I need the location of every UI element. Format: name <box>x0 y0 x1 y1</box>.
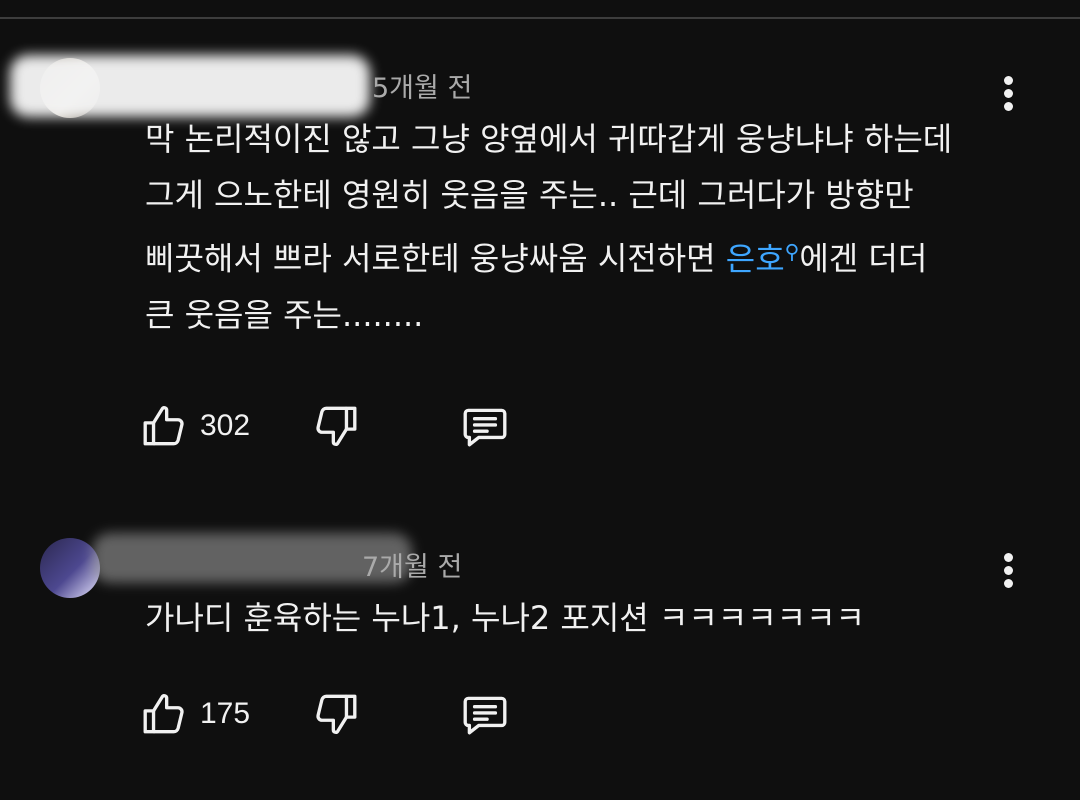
more-options-button[interactable] <box>1000 551 1016 591</box>
reply-icon <box>463 696 507 735</box>
reply-button[interactable] <box>458 400 512 452</box>
comment-time: 7개월 전 <box>362 552 463 583</box>
comment-line-with-tag: 삐끗해서 쁘라 서로한테 웅냥싸움 시전하면 은호⚲에겐 더더 <box>145 223 952 287</box>
like-count: 175 <box>200 697 251 730</box>
comment-line: 삐끗해서 쁘라 서로한테 웅냥싸움 시전하면 <box>145 239 726 278</box>
comment-actions: 302 <box>140 400 540 460</box>
reply-icon <box>463 408 507 447</box>
divider <box>0 17 1080 19</box>
comment-line: 가나디 훈육하는 누나1, 누나2 포지션 ㅋㅋㅋㅋㅋㅋㅋ <box>145 599 865 637</box>
like-count: 302 <box>200 409 251 442</box>
comment-actions: 175 <box>140 688 540 748</box>
comment-line: 그게 으노한테 영원히 웃음을 주는.. 근데 그러다가 방향만 <box>145 176 914 214</box>
comment-line: 큰 웃음을 주는........ <box>145 295 424 334</box>
reply-button[interactable] <box>458 688 512 740</box>
search-icon: ⚲ <box>784 239 800 263</box>
like-button[interactable]: 175 <box>140 688 250 740</box>
thumbs-down-icon <box>316 694 357 734</box>
comment-time: 5개월 전 <box>372 73 473 104</box>
thumbs-up-icon <box>143 406 184 446</box>
thumbs-down-icon <box>316 406 357 446</box>
hashtag-link[interactable]: 은호⚲ <box>726 239 800 278</box>
comment-line: 막 논리적이진 않고 그냥 양옆에서 귀따갑게 웅냥냐냐 하는데 <box>145 120 953 158</box>
dislike-button[interactable] <box>310 688 360 740</box>
like-button[interactable]: 302 <box>140 400 250 452</box>
thumbs-up-icon <box>143 694 184 734</box>
comment-text: 가나디 훈육하는 누나1, 누나2 포지션 ㅋㅋㅋㅋㅋㅋㅋ <box>145 590 865 646</box>
more-options-button[interactable] <box>1000 74 1016 114</box>
dislike-button[interactable] <box>310 400 360 452</box>
comment-line: 에겐 더더 <box>799 239 928 278</box>
redacted-username <box>10 55 370 117</box>
avatar[interactable] <box>40 538 100 598</box>
comment-text: 막 논리적이진 않고 그냥 양옆에서 귀따갑게 웅냥냐냐 하는데 그게 으노한테… <box>145 111 952 343</box>
